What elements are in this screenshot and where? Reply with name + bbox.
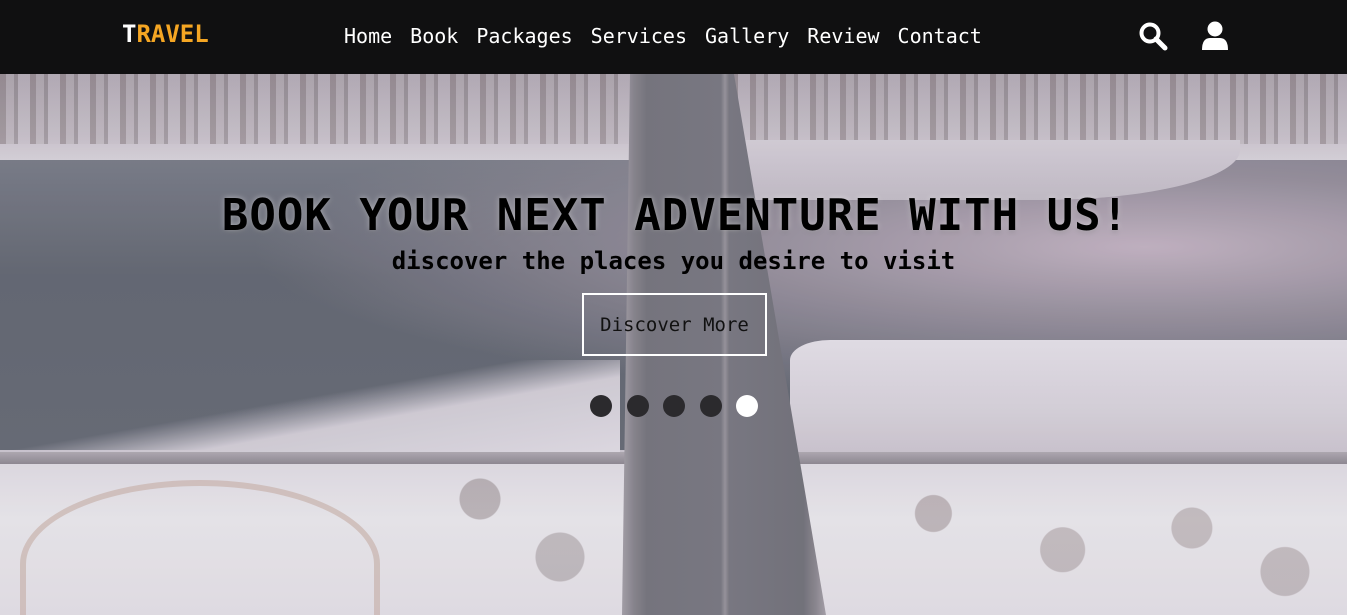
discover-more-button[interactable]: Discover More	[582, 293, 767, 356]
slide-dot[interactable]	[590, 395, 612, 417]
hero-headline: BOOK YOUR NEXT ADVENTURE WITH US!	[221, 190, 1130, 241]
nav-home-link[interactable]: Home	[344, 22, 392, 50]
logo-initial: T	[122, 20, 137, 48]
nav-services-link[interactable]: Services	[591, 22, 687, 50]
nav-gallery-link[interactable]: Gallery	[705, 22, 789, 50]
logo[interactable]: TRAVEL	[122, 20, 209, 48]
nav-contact-link[interactable]: Contact	[898, 22, 982, 50]
hero-content: BOOK YOUR NEXT ADVENTURE WITH US! discov…	[0, 190, 1347, 275]
slide-dot[interactable]	[663, 395, 685, 417]
user-icon[interactable]	[1200, 20, 1230, 52]
search-icon[interactable]	[1138, 20, 1168, 52]
slide-dot[interactable]	[699, 395, 722, 417]
header-icons	[1138, 20, 1262, 52]
slide-dot[interactable]	[626, 395, 649, 417]
hero-subline: discover the places you desire to visit	[391, 247, 956, 275]
logo-rest: RAVEL	[136, 20, 209, 48]
site-header: TRAVEL Home Book Packages Services Galle…	[0, 0, 1347, 74]
nav-packages-link[interactable]: Packages	[476, 22, 572, 50]
slide-indicators	[590, 395, 773, 417]
slide-dot-active[interactable]	[736, 395, 758, 417]
nav-review-link[interactable]: Review	[807, 22, 879, 50]
nav-book-link[interactable]: Book	[410, 22, 458, 50]
main-nav: Home Book Packages Services Gallery Revi…	[344, 22, 1000, 50]
